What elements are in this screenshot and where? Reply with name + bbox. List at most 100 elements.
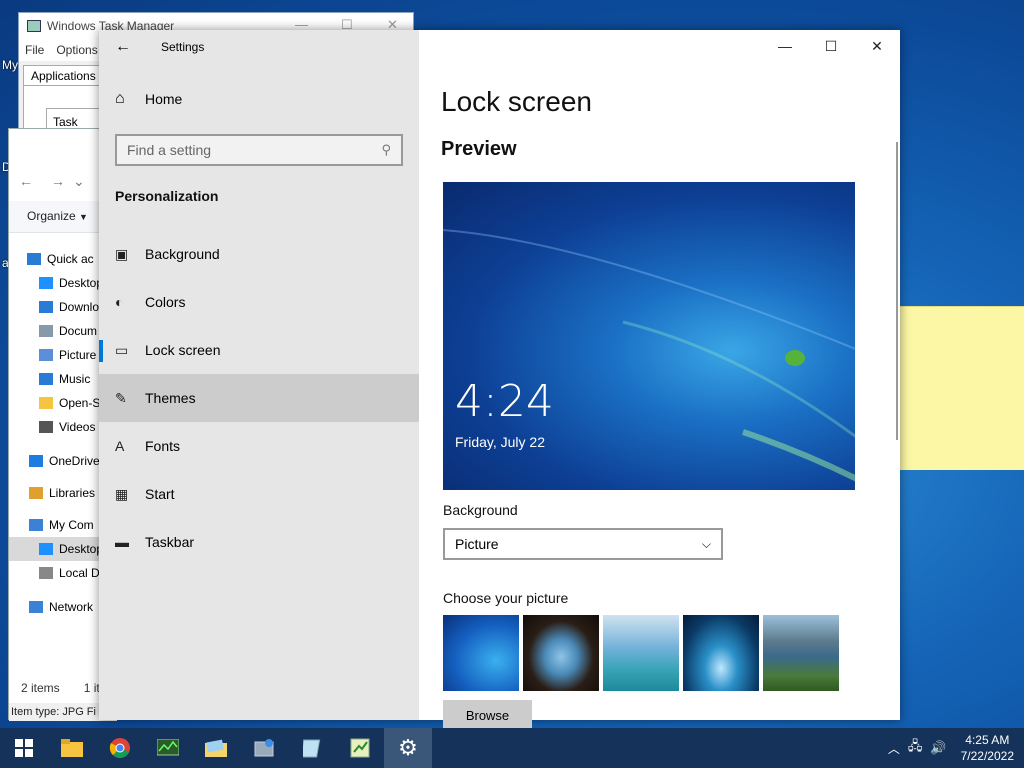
clock-date: 7/22/2022 [960, 749, 1014, 763]
nav-item-taskbar[interactable]: ▬ Taskbar [99, 518, 419, 566]
clock-time: 4:25 AM [965, 733, 1010, 747]
scrollbar[interactable] [896, 142, 898, 440]
start-icon: ▦ [115, 485, 129, 502]
nav-item-themes[interactable]: ✎ Themes [99, 374, 419, 422]
sticky-note[interactable] [900, 306, 1024, 470]
nav-item-background[interactable]: ▣ Background [99, 230, 419, 278]
network-icon [29, 601, 43, 613]
taskbar-settings[interactable]: ⚙ [384, 728, 432, 768]
nav-item-colors[interactable]: ◐ Colors [99, 278, 419, 326]
task-manager-icon [27, 20, 41, 32]
tree-item-label: Picture [59, 348, 97, 362]
folder-icon [39, 397, 53, 409]
forward-arrow-icon[interactable]: → [51, 173, 65, 190]
folder-icon [61, 739, 83, 757]
cloud-icon [29, 455, 43, 467]
tab-applications[interactable]: Applications [23, 65, 104, 86]
windows-logo-icon [15, 739, 33, 757]
tree-item-label: Network [49, 600, 94, 614]
menu-file[interactable]: File [25, 43, 44, 57]
chevron-down-icon[interactable]: ⌄ [73, 173, 85, 190]
window-controls: — ☐ ✕ [762, 30, 900, 62]
maximize-icon[interactable]: ☐ [808, 30, 854, 62]
tree-item-label: Libraries [49, 486, 96, 500]
close-icon[interactable]: ✕ [854, 30, 900, 62]
palette-icon: ◐ [115, 294, 124, 310]
settings-window[interactable]: ← Settings ⌂ Home Find a setting ⚲ Perso… [99, 30, 900, 730]
star-icon [27, 253, 41, 265]
back-arrow-icon: ← [115, 38, 131, 55]
background-label: Background [443, 502, 518, 518]
status-bar: 2 items 1 it [21, 681, 100, 695]
minimize-icon[interactable]: — [762, 30, 808, 62]
taskbar-file-explorer[interactable] [48, 728, 96, 768]
gear-icon: ⚙ [398, 735, 418, 760]
picture-thumbnail-1[interactable] [443, 615, 519, 691]
nav-item-label: Colors [145, 294, 186, 310]
tree-item-label: My Com [49, 518, 94, 532]
status-selected-count: 1 it [83, 681, 100, 695]
lock-screen-preview: 4:24 Friday, July 22 [443, 182, 855, 490]
chevron-up-icon[interactable]: ︿ [888, 740, 900, 757]
nav-item-label: Taskbar [145, 534, 195, 550]
tree-item-label: Local D [59, 566, 100, 580]
tree-item-label: Music [59, 372, 91, 386]
nav-item-label: Fonts [145, 438, 181, 454]
tree-item-label: OneDrive [49, 454, 100, 468]
picture-thumbnail-3[interactable] [603, 615, 679, 691]
nav-item-fonts[interactable]: A Fonts [99, 422, 419, 470]
drive-icon [39, 567, 53, 579]
settings-nav-pane: ← Settings ⌂ Home Find a setting ⚲ Perso… [99, 30, 419, 720]
chevron-down-icon: ▼ [79, 212, 88, 222]
app-title: Settings [161, 40, 205, 54]
menu-options[interactable]: Options [56, 43, 97, 57]
picture-thumbnail-4[interactable] [683, 615, 759, 691]
taskbar-control-panel[interactable] [240, 728, 288, 768]
pictures-icon [39, 349, 53, 361]
image-icon: ▣ [115, 245, 129, 262]
clock[interactable]: 4:25 AM 7/22/2022 [961, 732, 1014, 764]
tree-item-label: Videos [59, 420, 96, 434]
network-icon[interactable]: 🖧 [908, 737, 923, 759]
chrome-icon [109, 738, 130, 758]
taskbar-chrome[interactable] [96, 728, 144, 768]
taskbar-sticky-notes[interactable] [336, 728, 384, 768]
taskbar: ⚙ ︿ 🖧 🔊 4:25 AM 7/22/2022 [0, 728, 1024, 768]
start-button[interactable] [0, 728, 48, 768]
search-input[interactable]: Find a setting ⚲ [115, 134, 403, 166]
taskbar-task-manager[interactable] [144, 728, 192, 768]
download-icon [39, 301, 53, 313]
nav-item-label: Lock screen [145, 342, 221, 358]
explorer-nav: ← → ⌄ [19, 173, 85, 190]
search-icon[interactable]: ⚲ [381, 142, 391, 158]
background-dropdown[interactable]: Picture ⌵ [443, 528, 723, 560]
tree-item-label: Open-S [59, 396, 101, 410]
control-panel-icon [254, 739, 274, 757]
preview-heading: Preview [441, 138, 517, 160]
page-title: Lock screen [441, 86, 592, 117]
back-button[interactable]: ← [99, 30, 147, 64]
nav-item-start[interactable]: ▦ Start [99, 470, 419, 518]
library-icon [29, 487, 43, 499]
nav-item-label: Start [145, 486, 175, 502]
home-nav-item[interactable]: ⌂ Home [115, 90, 182, 108]
system-tray: ︿ 🖧 🔊 4:25 AM 7/22/2022 [888, 728, 1014, 768]
volume-icon[interactable]: 🔊 [930, 740, 946, 756]
background-dropdown-value: Picture [455, 536, 499, 552]
nav-item-lock-screen[interactable]: ▭ Lock screen [99, 326, 419, 374]
section-title: Personalization [115, 188, 219, 204]
picture-thumbnail-2[interactable] [523, 615, 599, 691]
computer-icon [29, 519, 43, 531]
back-arrow-icon[interactable]: ← [19, 173, 33, 190]
browse-button[interactable]: Browse [443, 700, 532, 730]
status-item-count: 2 items [21, 681, 60, 695]
search-placeholder: Find a setting [127, 142, 212, 158]
taskbar-folder[interactable] [192, 728, 240, 768]
picture-thumbnail-5[interactable] [763, 615, 839, 691]
taskbar-notepad[interactable] [288, 728, 336, 768]
desktop-icon-label[interactable]: My [2, 58, 18, 72]
tree-item-label: Desktop [59, 276, 104, 290]
preview-time: 4:24 [455, 376, 554, 427]
tree-item-label: Quick ac [47, 252, 94, 266]
settings-content: — ☐ ✕ Lock screen Preview 4:24 Friday, J… [419, 30, 900, 730]
